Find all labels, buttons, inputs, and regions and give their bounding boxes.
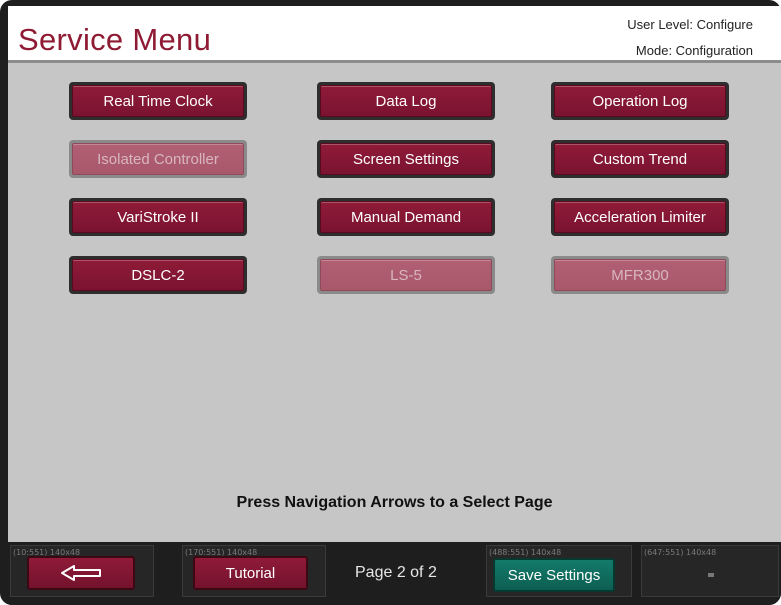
- tutorial-button[interactable]: Tutorial: [193, 556, 308, 590]
- dslc-2-button[interactable]: DSLC-2: [69, 256, 247, 294]
- button-label: Isolated Controller: [72, 143, 244, 175]
- save-settings-button[interactable]: Save Settings: [493, 558, 615, 592]
- page-title: Service Menu: [18, 22, 212, 57]
- placeholder-dot: [708, 573, 714, 577]
- isolated-controller-button: Isolated Controller: [69, 140, 247, 178]
- ls-5-button: LS-5: [317, 256, 495, 294]
- custom-trend-button[interactable]: Custom Trend: [551, 140, 729, 178]
- screen-settings-button[interactable]: Screen Settings: [317, 140, 495, 178]
- button-label: Real Time Clock: [72, 85, 244, 117]
- navigation-hint: Press Navigation Arrows to a Select Page: [236, 494, 553, 511]
- left-arrow-icon: [61, 565, 101, 581]
- footer-slot-save: (488:551) 140x48 Save Settings: [486, 545, 632, 597]
- mfr300-button: MFR300: [551, 256, 729, 294]
- button-label: Custom Trend: [554, 143, 726, 175]
- button-label: DSLC-2: [72, 259, 244, 291]
- user-level-text: User Level: Configure: [627, 17, 753, 32]
- header: Service Menu User Level: Configure Mode:…: [8, 6, 781, 63]
- slot-tag: (488:551) 140x48: [489, 548, 562, 557]
- button-label: LS-5: [320, 259, 492, 291]
- screen: Service Menu User Level: Configure Mode:…: [8, 6, 781, 542]
- button-label: Data Log: [320, 85, 492, 117]
- mode-text: Mode: Configuration: [635, 43, 753, 58]
- button-label: MFR300: [554, 259, 726, 291]
- real-time-clock-button[interactable]: Real Time Clock: [69, 82, 247, 120]
- varistroke-ii-button[interactable]: VariStroke II: [69, 198, 247, 236]
- operation-log-button[interactable]: Operation Log: [551, 82, 729, 120]
- manual-demand-button[interactable]: Manual Demand: [317, 198, 495, 236]
- hmi-frame: Service Menu User Level: Configure Mode:…: [0, 0, 781, 605]
- footer-slot-back: (10:551) 140x48: [10, 545, 154, 597]
- footer-bar: (10:551) 140x48 (170:551) 140x48 Tutoria…: [8, 542, 781, 605]
- back-button[interactable]: [27, 556, 135, 590]
- data-log-button[interactable]: Data Log: [317, 82, 495, 120]
- button-label: Manual Demand: [320, 201, 492, 233]
- button-label: VariStroke II: [72, 201, 244, 233]
- slot-tag: (647:551) 140x48: [644, 548, 717, 557]
- button-label: Acceleration Limiter: [554, 201, 726, 233]
- footer-slot-empty: (647:551) 140x48: [641, 545, 779, 597]
- footer-slot-tutorial: (170:551) 140x48 Tutorial: [182, 545, 326, 597]
- page-indicator: Page 2 of 2: [355, 564, 437, 581]
- acceleration-limiter-button[interactable]: Acceleration Limiter: [551, 198, 729, 236]
- button-label: Operation Log: [554, 85, 726, 117]
- button-label: Screen Settings: [320, 143, 492, 175]
